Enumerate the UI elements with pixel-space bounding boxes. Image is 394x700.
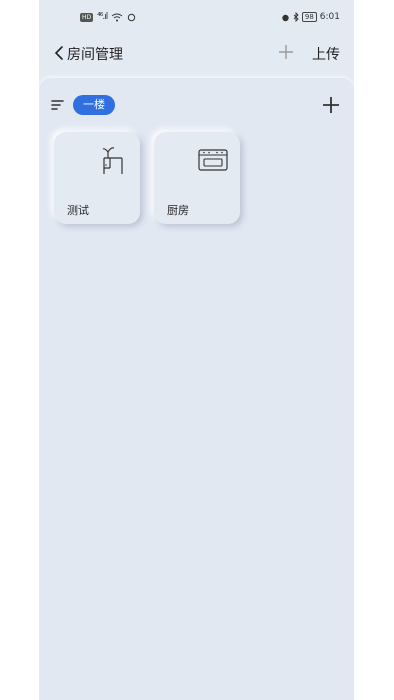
stove-icon: [198, 149, 228, 171]
status-bar: HD ⁴⁶.ıl 98 6:01: [39, 0, 354, 36]
wifi-icon: [111, 13, 123, 21]
upload-button[interactable]: 上传: [312, 44, 340, 64]
alarm-icon: [282, 14, 289, 21]
page-title: 房间管理: [67, 47, 123, 63]
phone-screen: HD ⁴⁶.ıl 98 6:01 房间管理 上传 一楼 测试 厨房: [39, 0, 354, 700]
app-header: 房间管理 上传: [39, 36, 354, 70]
battery-icon: 98: [301, 12, 317, 22]
add-floor-icon[interactable]: [322, 96, 340, 114]
room-name: 厨房: [167, 204, 189, 217]
sort-menu-icon[interactable]: [51, 98, 65, 112]
room-card[interactable]: 厨房: [154, 132, 240, 224]
bluetooth-icon: [293, 12, 299, 22]
status-time: 6:01: [319, 12, 340, 22]
signal-icon: ⁴⁶.ıl: [97, 12, 108, 22]
tab-floor[interactable]: 一楼: [73, 95, 115, 115]
status-right: 98 6:01: [281, 12, 340, 22]
room-card[interactable]: 测试: [54, 132, 140, 224]
data-sync-icon: [128, 13, 136, 21]
add-icon[interactable]: [277, 43, 295, 61]
desk-plant-icon: [102, 147, 123, 174]
status-left: HD ⁴⁶.ıl: [80, 12, 136, 22]
room-name: 测试: [67, 204, 89, 217]
hd-badge: HD: [80, 12, 94, 22]
room-panel: 一楼 测试 厨房: [39, 78, 354, 700]
